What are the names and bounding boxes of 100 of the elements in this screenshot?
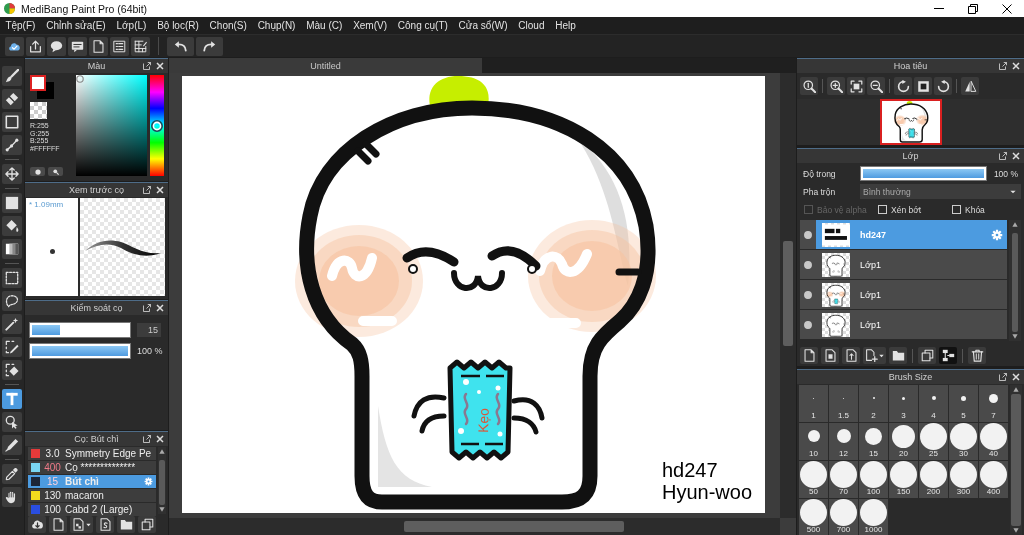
panel-tool-button[interactable]: [138, 516, 156, 533]
toolbar-button[interactable]: [5, 36, 24, 56]
brush-size-option[interactable]: 40: [979, 423, 1008, 460]
tool-button[interactable]: [2, 268, 22, 288]
menu-item[interactable]: Chọn(S): [204, 17, 253, 34]
panel-tool-button[interactable]: [96, 516, 114, 533]
tool-button[interactable]: [2, 487, 22, 507]
brush-row[interactable]: 400 Cọ **************: [28, 461, 156, 475]
toolbar-button[interactable]: [47, 36, 66, 56]
tool-button[interactable]: [2, 112, 22, 132]
tool-button[interactable]: [2, 135, 22, 155]
brush-size-option[interactable]: 70: [829, 461, 858, 498]
navigator-button[interactable]: [894, 77, 912, 95]
panel-tool-button[interactable]: [70, 516, 93, 533]
tool-button[interactable]: [2, 412, 22, 432]
layer-row[interactable]: Lớp1: [800, 310, 1007, 340]
brush-size-option[interactable]: 20: [889, 423, 918, 460]
tool-button[interactable]: [2, 66, 22, 86]
panel-tool-button[interactable]: [49, 516, 67, 533]
scrollbar[interactable]: [158, 447, 166, 514]
toolbar-button[interactable]: [131, 36, 150, 56]
menu-item[interactable]: Xem(V): [347, 17, 393, 34]
close-icon[interactable]: [156, 186, 164, 194]
tool-button[interactable]: [2, 164, 22, 184]
brush-size-option[interactable]: 1: [799, 385, 828, 422]
brush-size-option[interactable]: 4: [919, 385, 948, 422]
visibility-dot-icon[interactable]: [804, 260, 812, 269]
panel-tool-button[interactable]: [918, 347, 936, 364]
horizontal-scrollbar[interactable]: [169, 518, 780, 535]
picker-button[interactable]: [48, 167, 63, 176]
document-tab[interactable]: Untitled: [169, 58, 482, 73]
scrollbar[interactable]: [1009, 220, 1021, 341]
navigator-button[interactable]: [827, 77, 845, 95]
brush-size-option[interactable]: 100: [859, 461, 888, 498]
menu-item[interactable]: Công cụ(T): [392, 17, 454, 34]
tool-button[interactable]: [2, 239, 22, 259]
scrollbar[interactable]: [1010, 385, 1022, 535]
navigator-button[interactable]: [867, 77, 885, 95]
visibility-dot-icon[interactable]: [804, 320, 812, 329]
color-picker-field[interactable]: [76, 75, 147, 176]
brush-size-option[interactable]: 3: [889, 385, 918, 422]
brush-size-option[interactable]: 2: [859, 385, 888, 422]
brush-size-option[interactable]: 700: [829, 499, 858, 535]
tool-button[interactable]: [2, 360, 22, 380]
tool-button[interactable]: [2, 193, 22, 213]
scrollbar-thumb[interactable]: [404, 521, 624, 532]
brush-size-option[interactable]: 400: [979, 461, 1008, 498]
scrollbar-thumb[interactable]: [1011, 394, 1021, 526]
blend-mode-dropdown[interactable]: Bình thường: [860, 184, 1021, 199]
toolbar-button[interactable]: [68, 36, 87, 56]
brush-size-option[interactable]: 150: [889, 461, 918, 498]
close-icon[interactable]: [156, 62, 164, 70]
panel-tool-button[interactable]: [821, 347, 839, 364]
brush-row[interactable]: 3.0 Symmetry Edge Pe: [28, 447, 156, 461]
menu-item[interactable]: Chỉnh sửa(E): [40, 17, 112, 34]
layer-row[interactable]: Lớp1: [800, 250, 1007, 280]
menu-item[interactable]: Tệp(F): [0, 17, 41, 34]
scrollbar-thumb[interactable]: [159, 460, 165, 505]
undock-icon[interactable]: [143, 186, 151, 194]
brush-size-option[interactable]: 7: [979, 385, 1008, 422]
tool-button[interactable]: [2, 291, 22, 311]
toolbar-button[interactable]: [26, 36, 45, 56]
undock-icon[interactable]: [999, 373, 1007, 381]
brush-size-option[interactable]: 1.5: [829, 385, 858, 422]
brush-size-option[interactable]: 15: [859, 423, 888, 460]
hue-slider[interactable]: [150, 75, 164, 176]
color-selector-icon[interactable]: [30, 75, 54, 99]
navigator-button[interactable]: [961, 77, 979, 95]
visibility-dot-icon[interactable]: [804, 290, 812, 299]
close-icon[interactable]: [156, 435, 164, 443]
undock-icon[interactable]: [143, 435, 151, 443]
panel-tool-button[interactable]: [800, 347, 818, 364]
tool-button[interactable]: [2, 435, 22, 455]
undock-icon[interactable]: [999, 62, 1007, 70]
navigator-thumbnail-drawing[interactable]: [879, 99, 942, 145]
panel-tool-button[interactable]: [939, 347, 957, 364]
navigator-button[interactable]: [934, 77, 952, 95]
brush-size-option[interactable]: 25: [919, 423, 948, 460]
brush-size-option[interactable]: 500: [799, 499, 828, 535]
tool-button[interactable]: [2, 464, 22, 484]
panel-tool-button[interactable]: [863, 347, 886, 364]
tool-button[interactable]: [2, 337, 22, 357]
scrollbar-thumb[interactable]: [783, 241, 793, 346]
undock-icon[interactable]: [999, 152, 1007, 160]
palette-button[interactable]: [30, 167, 45, 176]
menu-item[interactable]: Cloud: [512, 17, 550, 34]
brush-size-option[interactable]: 5: [949, 385, 978, 422]
toolbar-button[interactable]: [110, 36, 129, 56]
close-icon[interactable]: [1012, 373, 1020, 381]
brush-size-option[interactable]: 30: [949, 423, 978, 460]
navigator-button[interactable]: [914, 77, 932, 95]
brush-size-option[interactable]: 10: [799, 423, 828, 460]
panel-tool-button[interactable]: [117, 516, 135, 533]
brush-slider[interactable]: [29, 322, 131, 338]
toolbar-button[interactable]: [167, 36, 194, 56]
panel-tool-button[interactable]: [889, 347, 907, 364]
panel-tool-button[interactable]: [968, 347, 986, 364]
panel-tool-button[interactable]: [28, 516, 46, 533]
tool-button[interactable]: [2, 216, 22, 236]
undock-icon[interactable]: [143, 62, 151, 70]
